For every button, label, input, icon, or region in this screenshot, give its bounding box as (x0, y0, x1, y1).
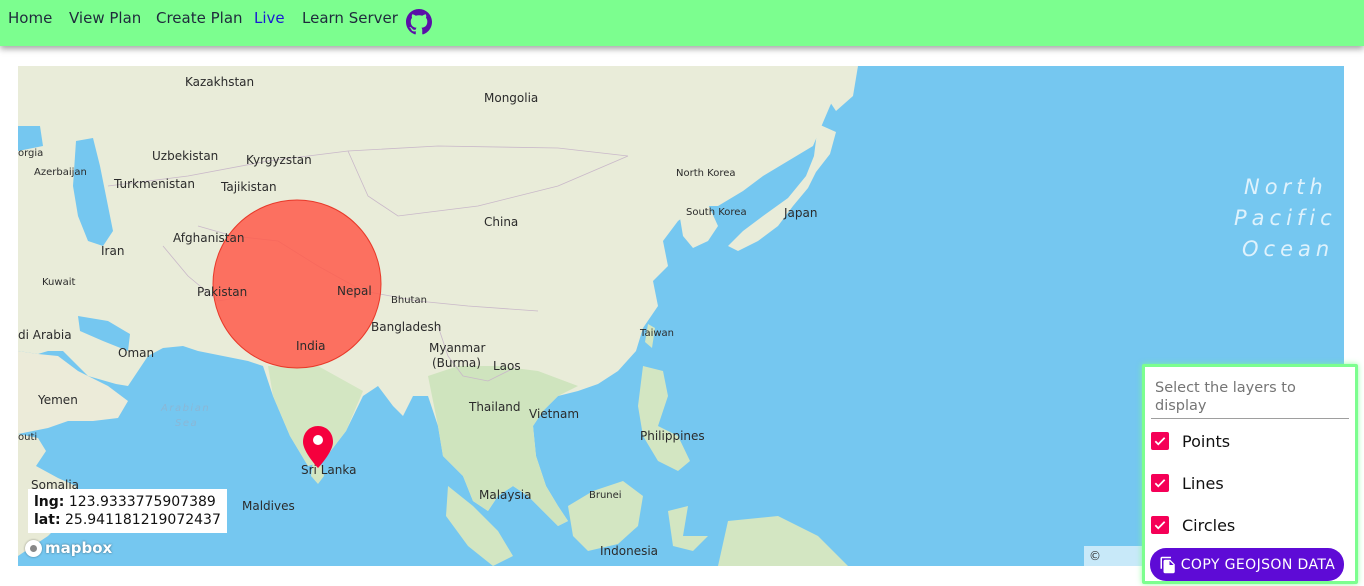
label-kuwait: Kuwait (42, 277, 75, 288)
label-south-korea: South Korea (686, 207, 747, 218)
github-icon[interactable] (406, 9, 432, 35)
label-indonesia: Indonesia (600, 544, 658, 558)
label-maldives: Maldives (242, 499, 295, 513)
label-pakistan: Pakistan (197, 285, 247, 299)
nav-create-plan-link[interactable]: Create Plan (156, 9, 243, 27)
label-nepal: Nepal (337, 284, 372, 298)
mapbox-logo-text: mapbox (45, 539, 113, 557)
label-arabian-sea-1: Arabian (160, 403, 210, 414)
label-kyrgyzstan: Kyrgyzstan (246, 153, 312, 167)
top-navbar: Home View Plan Create Plan Live Learn Se… (0, 0, 1364, 46)
panel-divider (1151, 418, 1349, 419)
checkbox-lines[interactable] (1151, 474, 1169, 492)
label-yemen: Yemen (37, 393, 78, 407)
land-mainland (18, 66, 850, 526)
label-djibouti: outi (18, 432, 37, 443)
mapbox-logo[interactable]: mapbox (25, 538, 112, 558)
label-laos: Laos (493, 359, 521, 373)
label-ocean-1: North (1244, 175, 1328, 199)
nav-view-plan-link[interactable]: View Plan (69, 9, 141, 27)
lat-label: lat: (34, 512, 61, 528)
label-iran: Iran (101, 244, 124, 258)
label-georgia: orgia (18, 148, 43, 159)
label-azerbaijan: Azerbaijan (34, 167, 87, 178)
label-ocean-2: Pacific (1234, 206, 1337, 230)
checkbox-circles[interactable] (1151, 516, 1169, 534)
label-china: China (484, 215, 518, 229)
label-bhutan: Bhutan (391, 295, 427, 306)
check-icon (1154, 437, 1166, 446)
label-philippines: Philippines (640, 429, 705, 443)
label-oman: Oman (118, 346, 154, 360)
map-attribution[interactable]: © Mapbox (1084, 546, 1149, 566)
label-bangladesh: Bangladesh (371, 320, 441, 334)
nav-live-link[interactable]: Live (254, 9, 285, 27)
copy-geojson-label: COPY GEOJSON DATA (1180, 556, 1336, 573)
label-turkmenistan: Turkmenistan (113, 177, 195, 191)
check-icon (1154, 521, 1166, 530)
label-japan: Japan (783, 206, 817, 220)
label-myanmar-2: (Burma) (432, 356, 481, 370)
label-afghanistan: Afghanistan (173, 231, 244, 245)
copy-icon (1160, 556, 1175, 573)
layer-label-lines: Lines (1182, 473, 1224, 493)
label-kazakhstan: Kazakhstan (185, 75, 254, 89)
label-brunei: Brunei (589, 490, 622, 501)
layer-label-circles: Circles (1182, 515, 1236, 535)
copy-geojson-button[interactable]: COPY GEOJSON DATA (1150, 548, 1344, 581)
layer-label-points: Points (1182, 431, 1231, 451)
label-saudi-arabia: di Arabia (18, 328, 72, 342)
label-sri-lanka: Sri Lanka (301, 463, 356, 477)
nav-learn-server-link[interactable]: Learn Server (302, 9, 398, 27)
lng-value: 123.9333775907389 (68, 494, 216, 510)
label-tajikistan: Tajikistan (220, 180, 277, 194)
land-sulawesi (668, 506, 708, 551)
layers-panel-title: Select the layers to display (1155, 380, 1296, 414)
label-india: India (296, 339, 325, 353)
label-mongolia: Mongolia (484, 91, 538, 105)
label-uzbekistan: Uzbekistan (152, 149, 218, 163)
land-philippines (638, 366, 690, 471)
nav-home-link[interactable]: Home (8, 9, 52, 27)
label-north-korea: North Korea (676, 168, 736, 179)
label-myanmar-1: Myanmar (429, 341, 485, 355)
layer-toggle-points[interactable]: Points (1151, 429, 1341, 453)
lng-label: lng: (34, 494, 65, 510)
label-arabian-sea-2: Sea (175, 418, 198, 429)
lat-value: 25.941181219072437 (65, 512, 221, 528)
layers-panel: Select the layers to display Points Line… (1142, 364, 1358, 584)
label-taiwan: Taiwan (639, 328, 674, 339)
land-papua (718, 516, 848, 566)
check-icon (1154, 479, 1166, 488)
checkbox-points[interactable] (1151, 432, 1169, 450)
label-malaysia: Malaysia (479, 488, 531, 502)
layer-toggle-circles[interactable]: Circles (1151, 513, 1341, 537)
coordinates-readout: lng: 123.9333775907389 lat: 25.941181219… (28, 489, 227, 533)
layer-toggle-lines[interactable]: Lines (1151, 471, 1341, 495)
label-vietnam: Vietnam (529, 407, 579, 421)
label-thailand: Thailand (468, 400, 521, 414)
mapbox-logo-icon (25, 539, 42, 557)
label-ocean-3: Ocean (1242, 237, 1334, 261)
